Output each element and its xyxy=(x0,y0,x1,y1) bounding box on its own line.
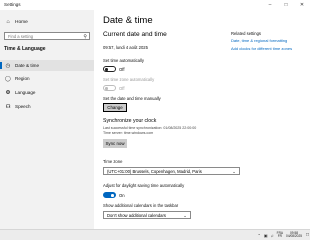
chevron-down-icon: ⌄ xyxy=(232,168,236,174)
microphone-icon: ☊ xyxy=(5,103,11,110)
search-box: ⚲ xyxy=(4,32,90,40)
window-controls: – □ ✕ xyxy=(262,0,310,10)
sidebar-item-label: Language xyxy=(15,90,36,95)
language-icon: ❂ xyxy=(5,89,11,96)
chevron-up-icon[interactable]: ⌃ xyxy=(258,233,261,238)
chevron-down-icon: ⌄ xyxy=(183,212,187,218)
globe-icon: ◯ xyxy=(4,75,12,82)
timezone-value: (UTC+01:00) Brussels, Copenhagen, Madrid… xyxy=(107,168,202,174)
current-date-time: 09:57, lundi 4 août 2025 xyxy=(103,45,148,50)
toggle-knob xyxy=(105,68,108,71)
notification-icon[interactable]: □ xyxy=(306,232,309,238)
main-content: Date & time Current date and time 09:57,… xyxy=(94,10,310,229)
calendars-value: Don't show additional calendars xyxy=(107,212,166,218)
minimize-icon[interactable]: – xyxy=(262,0,278,10)
dst-state: On xyxy=(119,193,125,198)
sidebar-item-region[interactable]: ◯ Region xyxy=(0,73,94,84)
sync-heading: Synchronize your clock xyxy=(103,118,157,124)
network-icon[interactable]: ▣ xyxy=(264,233,268,238)
auto-time-label: Set time automatically xyxy=(103,58,144,63)
page-title: Date & time xyxy=(103,15,153,26)
sidebar: ⌂ Home ⚲ Time & Language ◷ Date & time ◯… xyxy=(0,10,94,229)
current-heading: Current date and time xyxy=(103,31,167,38)
related-heading: Related settings xyxy=(231,31,262,36)
timezone-select[interactable]: (UTC+01:00) Brussels, Copenhagen, Madrid… xyxy=(103,167,240,175)
title-bar: Settings – □ ✕ xyxy=(0,0,310,10)
toggle-knob xyxy=(105,87,108,90)
last-sync-text: Last successful time synchronization: 01… xyxy=(103,126,197,130)
sidebar-item-date-time[interactable]: ◷ Date & time xyxy=(0,60,94,71)
close-icon[interactable]: ✕ xyxy=(294,0,310,10)
sidebar-item-label: Date & time xyxy=(15,63,39,68)
keyboard-layout: FR xyxy=(277,234,282,239)
sidebar-item-language[interactable]: ❂ Language xyxy=(0,87,94,98)
sidebar-item-label: Region xyxy=(15,76,30,81)
sidebar-item-speech[interactable]: ☊ Speech xyxy=(0,101,94,112)
system-tray: ⌃ ▣ ♫ FRA FR 09:58 04/08/2025 xyxy=(258,231,302,239)
dst-label: Adjust for daylight saving time automati… xyxy=(103,183,185,188)
toggle-knob xyxy=(111,194,114,197)
calendar-clock-icon: ◷ xyxy=(5,62,11,69)
home-icon: ⌂ xyxy=(6,19,10,25)
section-title: Time & Language xyxy=(4,46,46,52)
change-button[interactable]: Change xyxy=(103,103,127,112)
maximize-icon[interactable]: □ xyxy=(278,0,294,10)
volume-icon[interactable]: ♫ xyxy=(271,233,274,238)
calendars-label: Show additional calendars in the taskbar xyxy=(103,203,179,208)
calendars-select[interactable]: Don't show additional calendars ⌄ xyxy=(103,211,191,219)
auto-timezone-state: Off xyxy=(119,86,125,91)
sync-now-button[interactable]: Sync now xyxy=(103,139,127,148)
sidebar-item-label: Speech xyxy=(15,104,31,109)
related-link-clocks[interactable]: Add clocks for different time zones xyxy=(231,46,292,51)
taskbar-date: 04/08/2025 xyxy=(286,234,302,239)
taskbar-clock[interactable]: 09:58 04/08/2025 xyxy=(286,231,302,239)
auto-time-toggle[interactable] xyxy=(103,66,116,72)
auto-timezone-toggle[interactable] xyxy=(103,85,116,91)
timezone-label: Time zone xyxy=(103,159,123,164)
auto-time-state: Off xyxy=(119,67,125,72)
nav-home-label: Home xyxy=(15,19,28,25)
input-language-indicator[interactable]: FRA FR xyxy=(277,231,283,239)
taskbar: ⌃ ▣ ♫ FRA FR 09:58 04/08/2025 □ xyxy=(0,229,310,240)
time-server-text: Time server: time.windows.com xyxy=(103,131,154,135)
manual-label: Set the date and time manually xyxy=(103,96,161,101)
search-icon[interactable]: ⚲ xyxy=(83,34,87,40)
nav-home[interactable]: ⌂ Home xyxy=(4,18,28,26)
window-title: Settings xyxy=(4,2,21,7)
auto-timezone-label: Set time zone automatically xyxy=(103,77,155,82)
related-link-formatting[interactable]: Date, time & regional formatting xyxy=(231,38,287,43)
dst-toggle[interactable] xyxy=(103,192,116,198)
search-input[interactable] xyxy=(8,33,80,39)
